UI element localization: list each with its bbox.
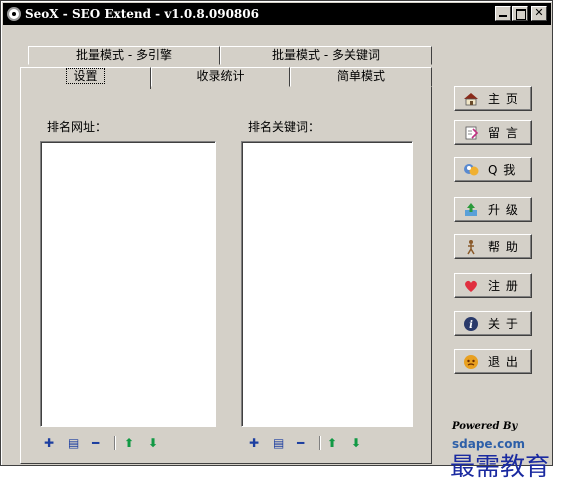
qq-button[interactable]: Q 我 bbox=[454, 157, 532, 182]
note-icon bbox=[465, 126, 479, 139]
window-controls: ✕ bbox=[495, 6, 547, 21]
powered-by-label: Powered By bbox=[452, 421, 518, 432]
app-icon bbox=[7, 7, 21, 21]
home-button[interactable]: 主 页 bbox=[454, 86, 532, 111]
settings-panel: 排名网址： 排名关键词： ✚ ▤ ━ ⬆ ⬇ ✚ ▤ ━ ⬆ ⬇ bbox=[20, 86, 432, 464]
about-button-label: 关 于 bbox=[488, 317, 519, 331]
keyword-remove-button[interactable]: ━ bbox=[297, 437, 304, 449]
title-bar[interactable]: SeoX - SEO Extend - v1.0.8.090806 ✕ bbox=[3, 3, 551, 25]
tab-batch-multi-keyword[interactable]: 批量模式 - 多关键词 bbox=[220, 46, 432, 65]
minimize-button[interactable] bbox=[495, 6, 511, 21]
qq-button-label: Q 我 bbox=[488, 163, 517, 177]
url-edit-button[interactable]: ▤ bbox=[68, 437, 79, 449]
message-button-label: 留 言 bbox=[488, 126, 519, 140]
register-button-label: 注 册 bbox=[488, 279, 519, 293]
message-button[interactable]: 留 言 bbox=[454, 120, 532, 145]
url-remove-button[interactable]: ━ bbox=[92, 437, 99, 449]
exit-icon bbox=[464, 354, 478, 369]
rank-keyword-label: 排名关键词： bbox=[248, 120, 321, 134]
home-icon bbox=[464, 92, 478, 105]
keyword-move-up-button[interactable]: ⬆ bbox=[327, 437, 337, 449]
tab-simple-mode[interactable]: 简单模式 bbox=[290, 67, 432, 87]
url-controls-separator bbox=[114, 436, 115, 450]
heart-icon bbox=[465, 280, 477, 292]
window-title: SeoX - SEO Extend - v1.0.8.090806 bbox=[25, 7, 259, 21]
exit-button[interactable]: 退 出 bbox=[454, 349, 532, 374]
url-move-down-button[interactable]: ⬇ bbox=[148, 437, 158, 449]
home-button-label: 主 页 bbox=[488, 92, 519, 106]
rank-url-label: 排名网址： bbox=[47, 120, 108, 134]
close-button[interactable]: ✕ bbox=[531, 6, 547, 21]
watermark-text: 最需教育 bbox=[450, 452, 551, 481]
qq-icon bbox=[464, 163, 479, 175]
tab-settings[interactable]: 设置 bbox=[20, 67, 151, 89]
upgrade-icon bbox=[465, 202, 477, 216]
keyword-add-button[interactable]: ✚ bbox=[249, 437, 259, 449]
url-add-button[interactable]: ✚ bbox=[44, 437, 54, 449]
svg-text:i: i bbox=[469, 320, 473, 331]
maximize-button[interactable] bbox=[512, 6, 528, 21]
help-button-label: 帮 助 bbox=[488, 240, 519, 254]
register-button[interactable]: 注 册 bbox=[454, 273, 532, 298]
keyword-controls-separator bbox=[319, 436, 320, 450]
keyword-edit-button[interactable]: ▤ bbox=[273, 437, 284, 449]
upgrade-button[interactable]: 升 级 bbox=[454, 197, 532, 222]
upgrade-button-label: 升 级 bbox=[488, 203, 519, 217]
rank-keyword-list[interactable] bbox=[241, 141, 413, 427]
tab-batch-multi-engine[interactable]: 批量模式 - 多引擎 bbox=[28, 46, 220, 65]
info-icon: i bbox=[464, 316, 478, 331]
tab-index-stats[interactable]: 收录统计 bbox=[151, 67, 290, 87]
rank-url-list[interactable] bbox=[40, 141, 216, 427]
url-move-up-button[interactable]: ⬆ bbox=[124, 437, 134, 449]
about-button[interactable]: i 关 于 bbox=[454, 311, 532, 336]
exit-button-label: 退 出 bbox=[488, 355, 519, 369]
keyword-move-down-button[interactable]: ⬇ bbox=[351, 437, 361, 449]
help-button[interactable]: 帮 助 bbox=[454, 234, 532, 259]
help-icon bbox=[467, 239, 475, 254]
